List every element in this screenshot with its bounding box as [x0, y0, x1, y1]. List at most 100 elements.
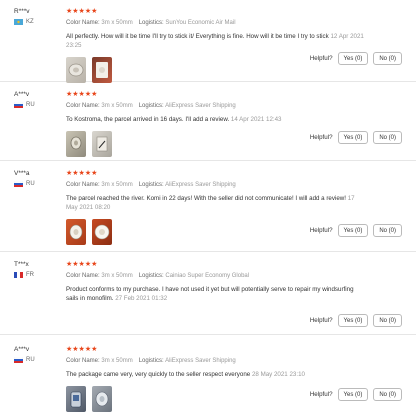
logistics-label: Logistics:: [138, 273, 164, 279]
reviewer-name: V***a: [14, 170, 30, 177]
review-body: To Kostroma, the parcel arrived in 16 da…: [66, 116, 230, 123]
helpful-label: Helpful?: [309, 317, 333, 324]
review-meta: Color Name: 3m x 50mm Logistics: AliExpr…: [66, 358, 366, 364]
flag-ru-icon: [14, 102, 23, 108]
flag-ru-icon: [14, 357, 23, 363]
helpful-yes-button[interactable]: Yes (0): [337, 388, 369, 401]
tape-roll-photo-icon: [70, 136, 82, 150]
review-meta: Color Name: 3m x 50mm Logistics: SunYou …: [66, 20, 366, 26]
color-value: 3m x 50mm: [101, 273, 133, 279]
review-body: The parcel reached the river. Komi in 22…: [66, 195, 346, 202]
color-label: Color Name:: [66, 182, 100, 188]
tape-closeup-photo-icon: [96, 136, 108, 152]
review-photo[interactable]: [92, 386, 112, 412]
flag-ru-icon: [14, 181, 23, 187]
logistics-label: Logistics:: [138, 103, 164, 109]
color-label: Color Name:: [66, 273, 100, 279]
country-code: RU: [26, 181, 35, 187]
country: KZ: [14, 19, 34, 25]
review-photo[interactable]: [66, 386, 86, 412]
star-rating: ★★★★★: [66, 170, 98, 177]
color-value: 3m x 50mm: [101, 358, 133, 364]
color-value: 3m x 50mm: [101, 20, 133, 26]
review-item: V***a RU ★★★★★ Color Name: 3m x 50mm Log…: [0, 162, 416, 252]
review-text: All perfectly. How will it be time I'll …: [66, 32, 366, 50]
color-label: Color Name:: [66, 20, 100, 26]
helpful-no-button[interactable]: No (0): [373, 224, 402, 237]
review-body: All perfectly. How will it be time I'll …: [66, 33, 329, 40]
review-photo[interactable]: [92, 131, 112, 157]
country: FR: [14, 272, 34, 278]
review-text: Product conforms to my purchase. I have …: [66, 285, 366, 303]
helpful-yes-button[interactable]: Yes (0): [337, 224, 369, 237]
helpful-label: Helpful?: [309, 134, 333, 141]
review-photo[interactable]: [66, 219, 86, 245]
helpful-no-button[interactable]: No (0): [373, 131, 402, 144]
helpful-no-button[interactable]: No (0): [373, 388, 402, 401]
helpful-yes-button[interactable]: Yes (0): [337, 314, 369, 327]
helpful-controls: Helpful? Yes (0) No (0): [310, 224, 402, 237]
helpful-label: Helpful?: [309, 227, 333, 234]
tape-roll-photo-icon: [68, 63, 84, 77]
flag-kz-icon: [14, 19, 23, 25]
helpful-controls: Helpful? Yes (0) No (0): [310, 131, 402, 144]
review-date: 27 Feb 2021 01:32: [115, 295, 168, 302]
helpful-label: Helpful?: [309, 391, 333, 398]
helpful-controls: Helpful? Yes (0) No (0): [310, 52, 402, 65]
review-item: R***v KZ ★★★★★ Color Name: 3m x 50mm Log…: [0, 0, 416, 83]
country-code: KZ: [26, 19, 34, 25]
review-text: To Kostroma, the parcel arrived in 16 da…: [66, 115, 366, 124]
country-code: RU: [26, 357, 35, 363]
logistics-label: Logistics:: [138, 20, 164, 26]
helpful-yes-button[interactable]: Yes (0): [337, 52, 369, 65]
helpful-controls: Helpful? Yes (0) No (0): [310, 388, 402, 401]
country-code: FR: [26, 272, 34, 278]
tape-roll-photo-icon: [69, 224, 83, 240]
package-photo-icon: [96, 62, 108, 78]
country-code: RU: [26, 102, 35, 108]
helpful-no-button[interactable]: No (0): [373, 52, 402, 65]
helpful-no-button[interactable]: No (0): [373, 314, 402, 327]
review-photo[interactable]: [92, 219, 112, 245]
helpful-yes-button[interactable]: Yes (0): [337, 131, 369, 144]
review-meta: Color Name: 3m x 50mm Logistics: AliExpr…: [66, 182, 366, 188]
color-value: 3m x 50mm: [101, 103, 133, 109]
review-body: Product conforms to my purchase. I have …: [66, 286, 354, 302]
color-label: Color Name:: [66, 358, 100, 364]
reviewer-name: R***v: [14, 8, 30, 15]
review-date: 28 May 2021 23:10: [251, 371, 305, 378]
review-date: 14 Apr 2021 12:43: [230, 116, 282, 123]
reviewer-name: T***x: [14, 261, 29, 268]
review-body: The package came very, very quickly to t…: [66, 371, 251, 378]
star-rating: ★★★★★: [66, 91, 98, 98]
review-photo[interactable]: [66, 131, 86, 157]
color-value: 3m x 50mm: [101, 182, 133, 188]
country: RU: [14, 102, 35, 108]
logistics-value: SunYou Economic Air Mail: [165, 20, 236, 26]
star-rating: ★★★★★: [66, 8, 98, 15]
flag-fr-icon: [14, 272, 23, 278]
review-photo[interactable]: [66, 57, 86, 83]
review-text: The parcel reached the river. Komi in 22…: [66, 194, 366, 212]
review-text: The package came very, very quickly to t…: [66, 370, 366, 379]
logistics-label: Logistics:: [138, 182, 164, 188]
tape-roll-photo-icon: [94, 224, 110, 240]
logistics-value: Cainiao Super Economy Global: [165, 273, 250, 279]
color-label: Color Name:: [66, 103, 100, 109]
reviewer-name: A***v: [14, 346, 30, 353]
reviewer-name: A***v: [14, 91, 30, 98]
star-rating: ★★★★★: [66, 346, 98, 353]
review-photo[interactable]: [92, 57, 112, 83]
logistics-label: Logistics:: [138, 358, 164, 364]
review-item: A***v RU ★★★★★ Color Name: 3m x 50mm Log…: [0, 336, 416, 416]
logistics-value: AliExpress Saver Shipping: [165, 182, 236, 188]
review-meta: Color Name: 3m x 50mm Logistics: Cainiao…: [66, 273, 366, 279]
logistics-value: AliExpress Saver Shipping: [165, 358, 236, 364]
country: RU: [14, 357, 35, 363]
review-item: A***v RU ★★★★★ Color Name: 3m x 50mm Log…: [0, 83, 416, 161]
country: RU: [14, 181, 35, 187]
helpful-controls: Helpful? Yes (0) No (0): [310, 314, 402, 327]
tape-roll-photo-icon: [95, 391, 109, 407]
package-photo-icon: [70, 391, 82, 408]
review-item: T***x FR ★★★★★ Color Name: 3m x 50mm Log…: [0, 253, 416, 335]
